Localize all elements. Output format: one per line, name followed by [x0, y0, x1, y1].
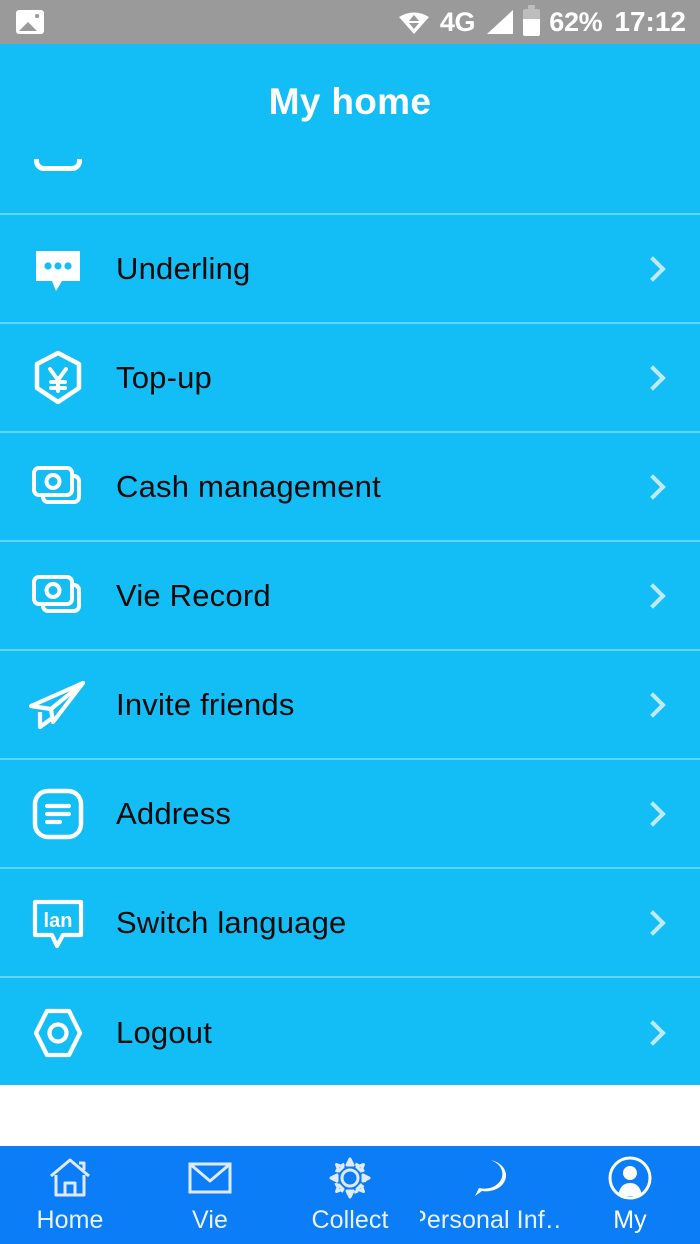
list-item-address[interactable]: Address — [0, 760, 700, 869]
cup-bottom-icon — [34, 159, 82, 171]
chevron-right-icon[interactable] — [640, 691, 666, 718]
nav-tab-label: Home — [36, 1205, 104, 1234]
status-bar-right: 4G 62% 17:12 — [397, 4, 686, 37]
chevron-right-icon[interactable] — [640, 255, 666, 282]
status-bar: 4G 62% 17:12 — [0, 0, 700, 44]
page-title: My home — [268, 80, 432, 122]
nav-tab-label: Vie — [192, 1205, 228, 1234]
banknotes-icon — [0, 462, 116, 512]
nav-tab-label: Personal Inf… — [420, 1205, 560, 1234]
app-screen: 4G 62% 17:12 My home Underling Top-up Ca… — [0, 0, 700, 1244]
header-bar: My home — [0, 44, 700, 159]
list-item-label: Top-up — [116, 359, 212, 395]
home-icon — [48, 1156, 92, 1200]
list-item-label: Vie Record — [116, 577, 271, 613]
chevron-right-icon[interactable] — [640, 582, 666, 609]
nav-tab-personal-info[interactable]: Personal Inf… — [420, 1146, 560, 1244]
chevron-right-icon[interactable] — [640, 800, 666, 827]
nav-tab-label: Collect — [311, 1205, 389, 1234]
shield-yuan-icon — [0, 349, 116, 407]
chevron-right-icon[interactable] — [640, 364, 666, 391]
list-item-invite-friends[interactable]: Invite friends — [0, 651, 700, 760]
list-item-logout[interactable]: Logout — [0, 978, 700, 1085]
chevron-right-icon[interactable] — [640, 909, 666, 936]
signal-bars-icon — [484, 9, 514, 35]
chat-bubble-dots-icon — [0, 241, 116, 297]
language-bubble-icon: lan — [0, 895, 116, 951]
list-item-top-up[interactable]: Top-up — [0, 324, 700, 433]
paper-plane-icon — [0, 678, 116, 732]
svg-text:lan: lan — [44, 910, 73, 932]
bottom-navigation-bar: Home Vie Collect Personal Inf My — [0, 1146, 700, 1244]
list-item-label: Invite friends — [116, 686, 295, 722]
list-item-vie-record[interactable]: Vie Record — [0, 542, 700, 651]
chat-dots-icon — [467, 1156, 513, 1200]
settings-list[interactable]: Underling Top-up Cash management Vie Rec… — [0, 159, 700, 1085]
document-lines-icon — [0, 787, 116, 841]
status-bar-left — [16, 10, 44, 34]
list-item-label: Switch language — [116, 904, 347, 940]
content-gap — [0, 1085, 700, 1146]
chevron-right-icon[interactable] — [640, 473, 666, 500]
nav-tab-label: My — [613, 1205, 647, 1234]
gear-icon — [328, 1156, 372, 1200]
list-item-switch-language[interactable]: lan Switch language — [0, 869, 700, 978]
hex-nut-icon — [0, 1007, 116, 1059]
wifi-icon — [397, 7, 431, 37]
chevron-right-icon[interactable] — [640, 1019, 666, 1046]
battery-percent-label: 62% — [549, 6, 603, 37]
list-item-cash-management[interactable]: Cash management — [0, 433, 700, 542]
list-item-label: Underling — [116, 250, 251, 286]
list-item-label: Cash management — [116, 468, 381, 504]
list-item-label: Address — [116, 795, 232, 831]
nav-tab-vie[interactable]: Vie — [140, 1146, 280, 1244]
list-item-partial-scrolled[interactable] — [0, 159, 700, 215]
clock-label: 17:12 — [614, 6, 686, 37]
photo-icon — [16, 10, 44, 34]
nav-tab-my[interactable]: My — [560, 1146, 700, 1244]
banknotes-icon — [0, 571, 116, 621]
nav-tab-collect[interactable]: Collect — [280, 1146, 420, 1244]
list-item-underling[interactable]: Underling — [0, 215, 700, 324]
list-item-label: Logout — [116, 1014, 213, 1050]
user-avatar-icon — [608, 1156, 652, 1200]
nav-tab-home[interactable]: Home — [0, 1146, 140, 1244]
network-type-label: 4G — [439, 6, 476, 37]
envelope-icon — [187, 1156, 233, 1200]
battery-icon — [523, 4, 541, 36]
